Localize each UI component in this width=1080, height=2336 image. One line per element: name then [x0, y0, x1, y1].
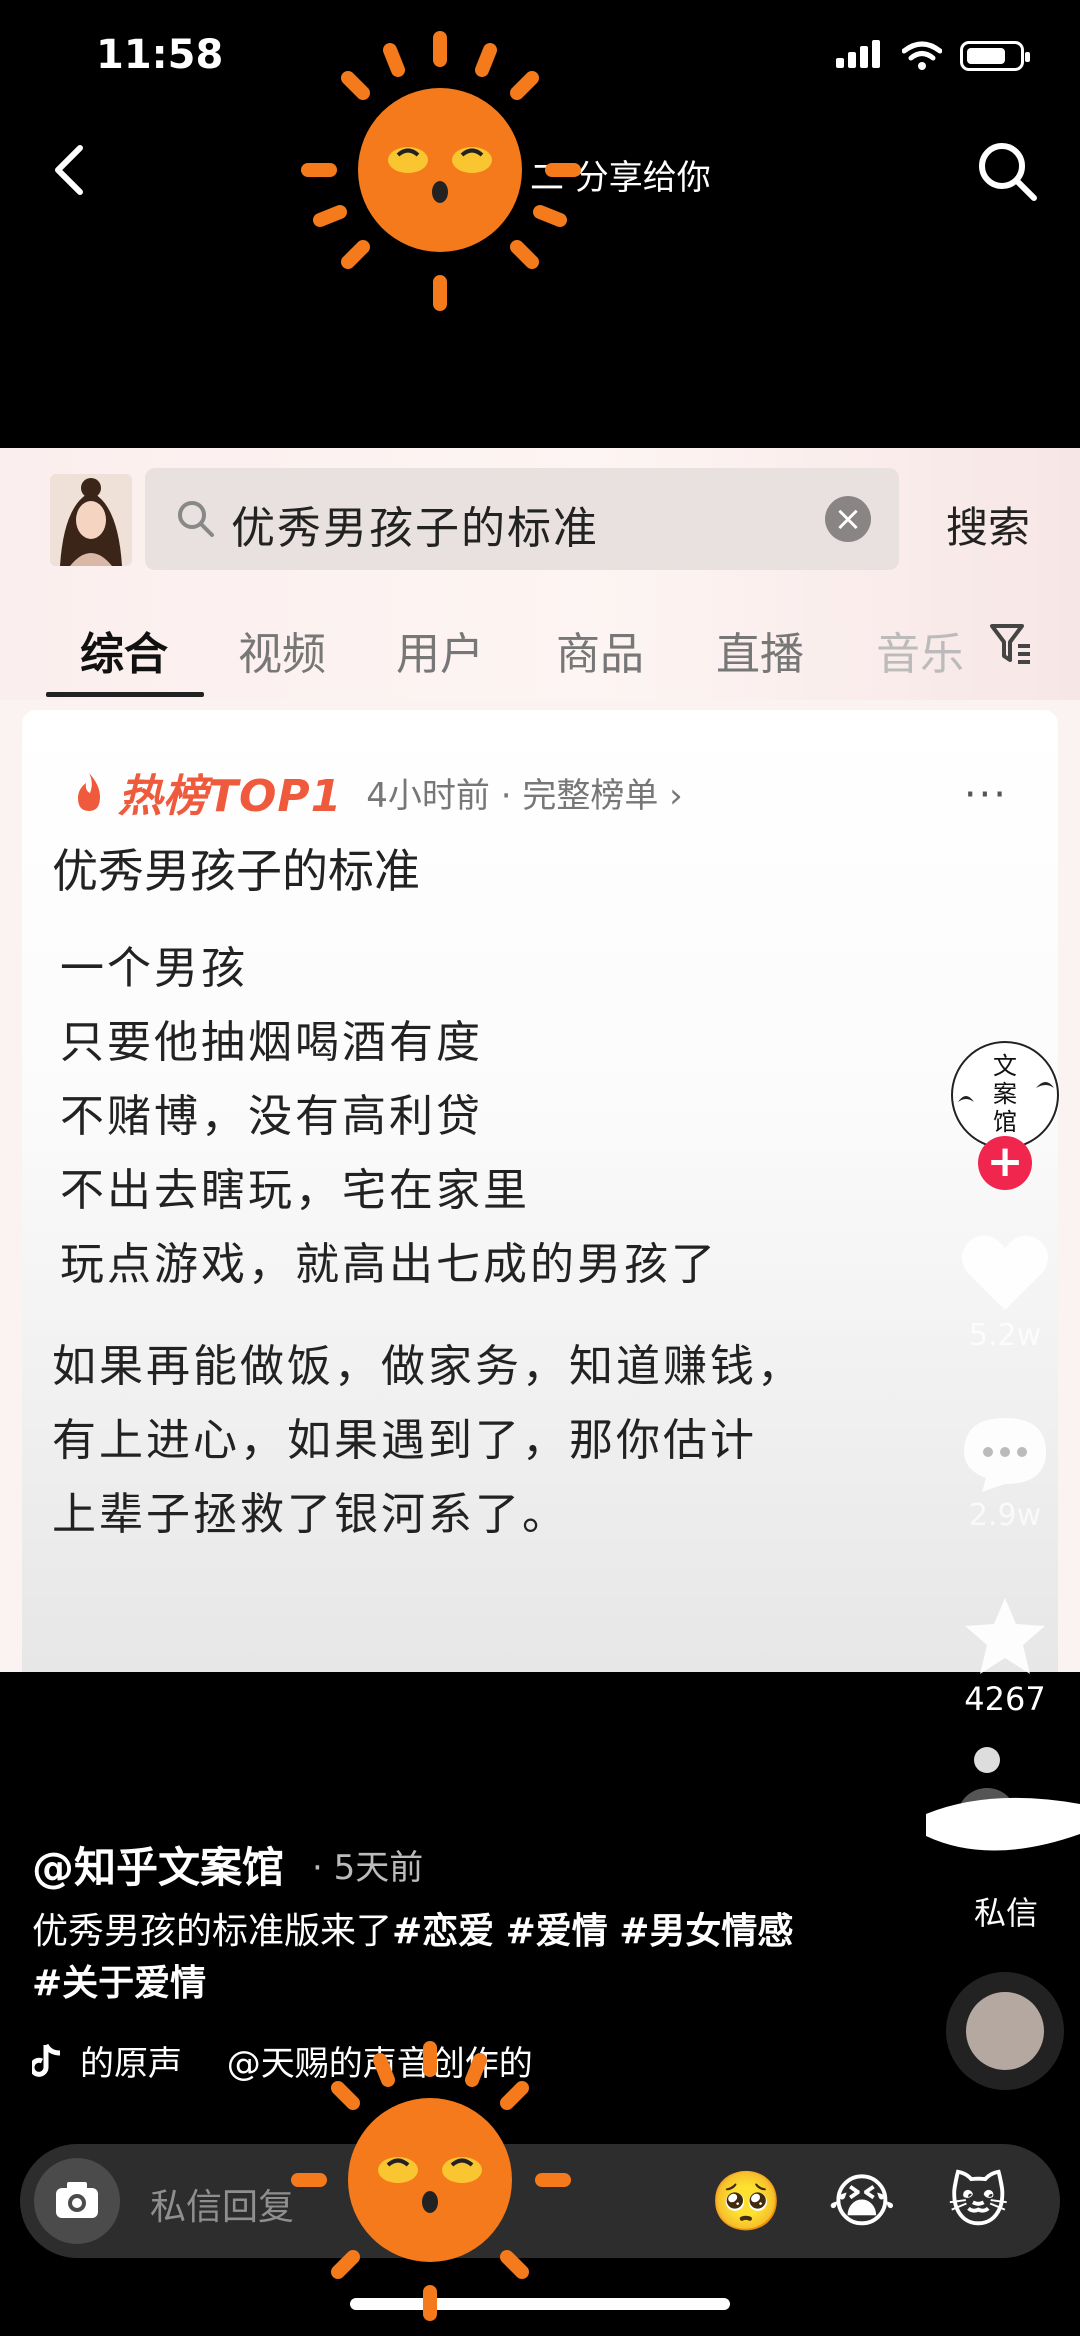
hashtag[interactable]: #爱情 — [506, 1911, 608, 1952]
poem-line: 不赌博，没有高利贷 — [60, 1091, 483, 1142]
poem-line: 只要他抽烟喝酒有度 — [60, 1017, 483, 1068]
tab-music[interactable]: 音乐 — [876, 618, 966, 682]
favorite-count: 4267 — [964, 1680, 1046, 1718]
svg-text:案: 案 — [993, 1080, 1017, 1108]
creator-avatar[interactable]: 文 案 馆 — [950, 1040, 1060, 1150]
flame-icon — [78, 773, 100, 811]
sun-sticker — [301, 31, 581, 311]
poem-line: 一个男孩 — [60, 943, 248, 994]
filter-icon[interactable] — [988, 620, 1032, 668]
poem-line: 玩点游戏，就高出七成的男孩了 — [60, 1239, 718, 1290]
signal-icon — [836, 40, 884, 72]
status-icons — [836, 40, 1030, 72]
tab-products[interactable]: 商品 — [556, 618, 644, 682]
hot-meta[interactable]: 4小时前 · 完整榜单 › — [366, 768, 682, 817]
poem-line: 不出去瞎玩，宅在家里 — [60, 1165, 530, 1216]
battery-icon — [960, 41, 1030, 71]
paragraph-line: 有上进心，如果遇到了，那你估计 — [52, 1415, 757, 1466]
shared-screenshot[interactable]: 优秀男孩子的标准 × 搜索 综合 视频 用户 商品 直播 音乐 热榜TOP1 4… — [0, 448, 1080, 1672]
camera-icon — [56, 2182, 98, 2218]
hot-badge: 热榜TOP1 — [118, 771, 343, 822]
author-name[interactable]: @知乎文案馆 — [32, 1834, 284, 1895]
active-tab-indicator — [46, 692, 204, 697]
search-query: 优秀男孩子的标准 — [231, 503, 599, 554]
hashtag[interactable]: #恋爱 — [392, 1911, 494, 1952]
music-note-icon — [32, 2043, 61, 2077]
paragraph-line: 上辈子拯救了银河系了。 — [52, 1489, 569, 1540]
camera-button[interactable] — [34, 2158, 120, 2244]
pleading-emoji-button[interactable]: 🥺 — [710, 2170, 782, 2232]
post-title: 优秀男孩子的标准 — [52, 844, 420, 898]
music-disc[interactable] — [946, 1972, 1064, 2090]
heart-icon — [961, 1235, 1049, 1310]
search-icon — [178, 501, 214, 537]
music-cover — [966, 1992, 1044, 2070]
hashtag[interactable]: #关于爱情 — [32, 1963, 206, 2004]
svg-text:馆: 馆 — [993, 1108, 1017, 1136]
tab-comprehensive[interactable]: 综合 — [80, 618, 168, 682]
reply-input[interactable]: 私信回复 — [150, 2178, 294, 2230]
clear-icon[interactable]: × — [825, 496, 871, 542]
sun-sticker — [291, 2041, 571, 2321]
tab-live[interactable]: 直播 — [716, 618, 804, 682]
search-submit-button[interactable]: 搜索 — [946, 494, 1030, 555]
hot-list-header: 热榜TOP1 4小时前 · 完整榜单 › — [72, 760, 683, 824]
like-count: 5.2w — [968, 1318, 1042, 1353]
tab-video[interactable]: 视频 — [238, 618, 326, 682]
search-input[interactable]: 优秀男孩子的标准 × — [145, 468, 899, 570]
comment-button[interactable]: 2.9w — [950, 1414, 1060, 1533]
share-button[interactable] — [920, 1738, 1080, 1878]
post-caption: 优秀男孩的标准版来了#恋爱 #爱情 #男女情感 #关于爱情 — [32, 1906, 822, 2010]
comment-icon — [964, 1418, 1046, 1492]
hashtag[interactable]: #男女情感 — [619, 1911, 793, 1952]
star-icon — [965, 1598, 1045, 1674]
cat-sticker-button[interactable]: 🐱 — [948, 2170, 1008, 2232]
like-button[interactable]: 5.2w — [950, 1228, 1060, 1353]
comment-count: 2.9w — [968, 1498, 1042, 1533]
dm-button[interactable]: 私信 — [958, 1888, 1054, 1934]
more-icon[interactable]: ··· — [964, 772, 1008, 818]
caption-text: 优秀男孩的标准版来了 — [32, 1911, 393, 1952]
hot-list-card[interactable]: 热榜TOP1 4小时前 · 完整榜单 › ··· 优秀男孩子的标准 一个男孩 只… — [22, 710, 1058, 1672]
poem-text: 一个男孩 只要他抽烟喝酒有度 不赌博，没有高利贷 不出去瞎玩，宅在家里 玩点游戏… — [60, 932, 718, 1302]
status-time: 11:58 — [96, 32, 224, 78]
tab-users[interactable]: 用户 — [396, 618, 484, 682]
avatar[interactable] — [50, 474, 132, 566]
paragraph-text: 如果再能做饭，做家务，知道赚钱， 有上进心，如果遇到了，那你估计 上辈子拯救了银… — [52, 1330, 804, 1552]
wifi-icon — [902, 41, 942, 70]
svg-text:文: 文 — [993, 1052, 1017, 1080]
back-button[interactable] — [40, 140, 100, 200]
crying-emoji-button[interactable]: 😭 — [828, 2170, 896, 2232]
post-time: · 5天前 — [312, 1848, 424, 1888]
paragraph-line: 如果再能做饭，做家务，知道赚钱， — [52, 1341, 804, 1392]
search-icon[interactable] — [974, 138, 1040, 204]
follow-button[interactable]: + — [978, 1136, 1032, 1190]
favorite-button[interactable]: 4267 — [950, 1596, 1060, 1718]
